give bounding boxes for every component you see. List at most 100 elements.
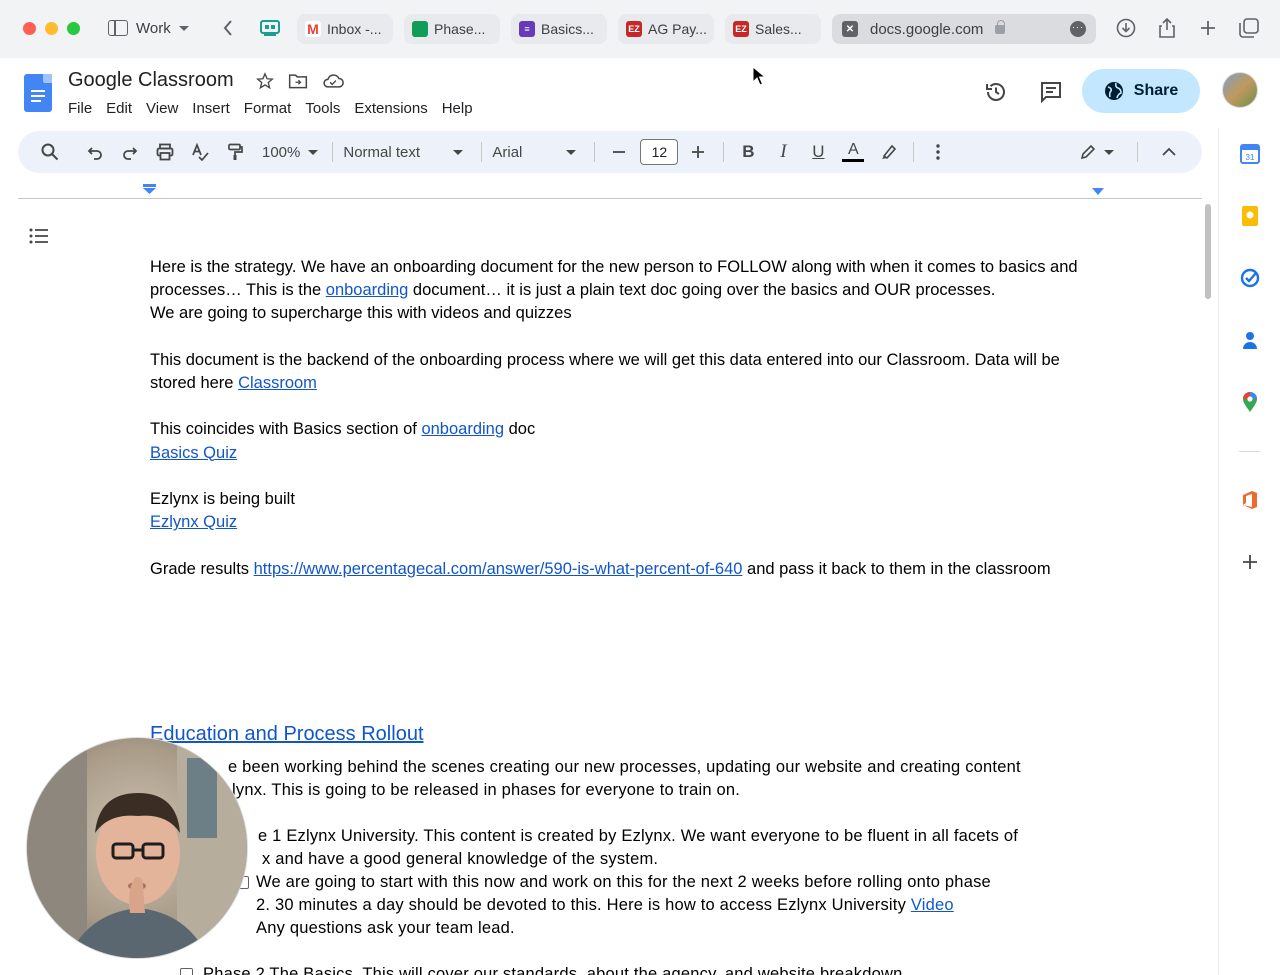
menu-insert[interactable]: Insert [192, 100, 238, 117]
maps-icon[interactable] [1240, 392, 1260, 412]
document-title[interactable]: Google Classroom [68, 69, 234, 92]
sidebar-toggle-icon[interactable] [108, 20, 128, 36]
minus-icon [613, 151, 626, 153]
tab-group-icon [260, 20, 280, 36]
webcam-overlay [26, 737, 248, 959]
more-options-icon[interactable]: ··· [1070, 21, 1086, 37]
menu-extensions[interactable]: Extensions [354, 100, 435, 117]
account-avatar[interactable] [1222, 72, 1258, 108]
bold-button[interactable]: B [734, 138, 762, 166]
keep-icon[interactable] [1240, 206, 1260, 226]
tab-phase[interactable]: Phase... [404, 14, 500, 44]
section-heading[interactable]: Education and Process Rollout [150, 723, 424, 746]
contacts-icon[interactable] [1240, 330, 1260, 350]
presenter-video-icon [27, 738, 247, 958]
tab-overview-right-button[interactable] [1238, 17, 1260, 39]
phase2-checkbox[interactable] [180, 968, 193, 975]
toolbar-divider [594, 142, 596, 162]
classroom-link[interactable]: Classroom [238, 374, 317, 392]
rollout-section[interactable]: e been working behind the scenes creatin… [150, 756, 1110, 975]
zoom-window-button[interactable] [67, 22, 80, 35]
print-button[interactable] [151, 138, 179, 166]
percentagecal-link[interactable]: https://www.percentagecal.com/answer/590… [254, 560, 743, 578]
tab-ag-pay[interactable]: EZ AG Pay... [618, 14, 714, 44]
menu-tools[interactable]: Tools [305, 100, 348, 117]
editing-mode-button[interactable] [1080, 138, 1114, 166]
office-addon-icon[interactable] [1240, 490, 1260, 510]
tab-docs-active[interactable]: ✕ docs.google.com ··· [832, 14, 1096, 44]
address-bar-url[interactable]: docs.google.com [870, 21, 983, 38]
tasks-icon[interactable] [1240, 268, 1260, 288]
onboarding-link[interactable]: onboarding [326, 281, 409, 299]
star-icon[interactable] [256, 72, 274, 90]
rollout-intro-line1: e been working behind the scenes creatin… [228, 758, 1021, 776]
chevron-down-icon [178, 25, 189, 31]
left-indent-marker[interactable] [143, 184, 156, 194]
share-button[interactable]: Share [1082, 69, 1200, 113]
text-color-button[interactable]: A [839, 138, 867, 166]
new-tab-button[interactable] [1197, 17, 1219, 39]
hide-menus-button[interactable] [1155, 138, 1183, 166]
italic-button[interactable]: I [769, 138, 797, 166]
share-page-button[interactable] [1156, 17, 1178, 39]
side-panel: 31 [1218, 128, 1280, 975]
minimize-window-button[interactable] [45, 22, 58, 35]
undo-button[interactable] [81, 138, 109, 166]
move-folder-icon[interactable] [288, 72, 308, 90]
download-icon [1116, 18, 1136, 38]
menu-help[interactable]: Help [442, 100, 481, 117]
right-indent-marker[interactable] [1092, 188, 1104, 195]
profile-switcher[interactable]: Work [108, 17, 189, 39]
menu-edit[interactable]: Edit [106, 100, 140, 117]
gmail-icon: M [305, 21, 321, 37]
tab-overview-button[interactable] [259, 17, 281, 39]
calendar-icon[interactable]: 31 [1240, 144, 1260, 164]
back-button[interactable] [218, 17, 238, 39]
vertical-scrollbar[interactable] [1205, 204, 1211, 299]
video-link[interactable]: Video [911, 896, 954, 914]
get-addons-button[interactable] [1240, 552, 1260, 572]
lock-icon [995, 19, 1006, 34]
menu-view[interactable]: View [146, 100, 186, 117]
paragraph-ezlynx-built: Ezlynx is being built [150, 489, 295, 508]
paragraph-strategy: Here is the strategy. We have an onboard… [150, 258, 1078, 300]
paragraph-style-select[interactable]: Normal text [343, 144, 464, 161]
version-history-button[interactable] [980, 76, 1012, 108]
document-outline-icon[interactable] [29, 228, 49, 244]
tab-sales[interactable]: EZ Sales... [725, 14, 821, 44]
increase-font-size-button[interactable] [684, 138, 712, 166]
basics-quiz-link[interactable]: Basics Quiz [150, 444, 237, 462]
comments-button[interactable] [1035, 76, 1067, 108]
plus-icon [1201, 21, 1215, 35]
browser-chrome: Work M Inbox -... Phase... ≡ Basics... E… [0, 0, 1280, 58]
downloads-button[interactable] [1115, 17, 1137, 39]
font-size-input[interactable]: 12 [640, 139, 679, 165]
zoom-select[interactable]: 100% [262, 144, 319, 161]
phase1-line2: x and have a good general knowledge of t… [262, 850, 659, 868]
cloud-saved-icon[interactable] [322, 72, 344, 90]
decrease-font-size-button[interactable] [605, 138, 633, 166]
task1-item: We are going to start with this now and … [150, 871, 1110, 894]
more-toolbar-button[interactable] [924, 138, 952, 166]
document-body[interactable]: Here is the strategy. We have an onboard… [150, 256, 1100, 581]
spelling-check-button[interactable] [186, 138, 214, 166]
more-vert-icon [936, 144, 941, 160]
menu-bar: File Edit View Insert Format Tools Exten… [68, 100, 487, 117]
onboarding-doc-link[interactable]: onboarding [421, 420, 504, 438]
redo-button[interactable] [116, 138, 144, 166]
close-tab-icon[interactable]: ✕ [842, 21, 858, 37]
paint-format-button[interactable] [221, 138, 249, 166]
plus-icon [692, 146, 705, 158]
font-family-select[interactable]: Arial [492, 144, 577, 161]
close-window-button[interactable] [23, 22, 36, 35]
underline-icon: U [812, 142, 825, 161]
underline-button[interactable]: U [804, 138, 832, 166]
search-menus-button[interactable] [36, 138, 64, 166]
highlight-color-button[interactable] [874, 138, 902, 166]
menu-file[interactable]: File [68, 100, 100, 117]
menu-format[interactable]: Format [244, 100, 300, 117]
tab-inbox[interactable]: M Inbox -... [297, 14, 393, 44]
tab-basics[interactable]: ≡ Basics... [511, 14, 607, 44]
docs-logo-icon[interactable] [24, 74, 52, 112]
ezlynx-quiz-link[interactable]: Ezlynx Quiz [150, 513, 237, 531]
